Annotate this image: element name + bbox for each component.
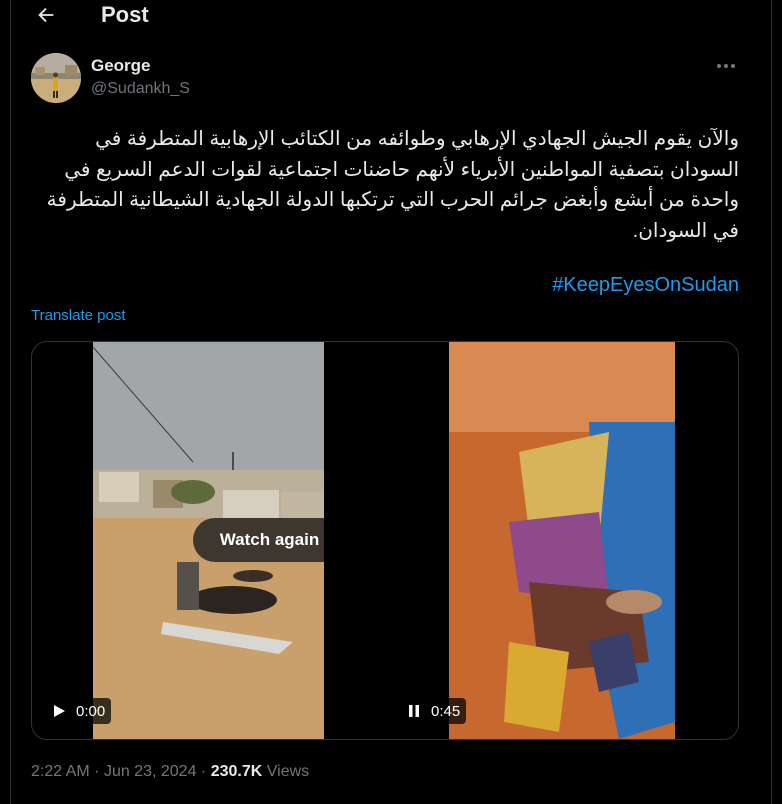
video-left[interactable]: Watch again [93,342,324,739]
play-icon [54,705,65,717]
more-options-button[interactable] [711,54,741,78]
meta-separator: · [200,763,207,780]
post-meta: 2:22 AM · Jun 23, 2024 · 230.7K Views [31,763,309,781]
views-count: 230.7K [210,763,263,780]
avatar[interactable] [31,53,81,103]
hashtag-link[interactable]: #KeepEyesOnSudan [391,274,739,297]
post-date[interactable]: Jun 23, 2024 [104,763,197,780]
pause-control[interactable]: 0:45 [401,698,467,724]
views-label: Views [266,763,310,780]
header: Post [11,0,773,36]
page-title: Post [101,2,149,27]
post-text: والآن يقوم الجيش الجهادي الإرهابي وطوائف… [46,128,739,242]
media-container: Watch again 0:00 0:45 [31,341,739,740]
post-detail-view: Post George @Sudankh_S والآن يقوم الجيش … [10,0,772,804]
watch-again-button[interactable]: Watch again [193,518,324,562]
post-time[interactable]: 2:22 AM [31,763,90,780]
play-control[interactable]: 0:00 [46,698,112,724]
back-button[interactable] [33,2,59,28]
video-right[interactable] [449,342,675,739]
author-name[interactable]: George [91,56,151,76]
translate-post-link[interactable]: Translate post [31,307,126,324]
pause-icon [409,705,419,717]
more-horizontal-icon [717,64,735,68]
video-time-right: 0:45 [431,702,461,720]
video-time-left: 0:00 [76,702,106,720]
avatar-image [31,53,81,103]
arrow-left-icon [38,7,54,23]
author-handle[interactable]: @Sudankh_S [91,80,190,98]
meta-separator: · [94,763,100,780]
video-right-frame [449,342,675,739]
